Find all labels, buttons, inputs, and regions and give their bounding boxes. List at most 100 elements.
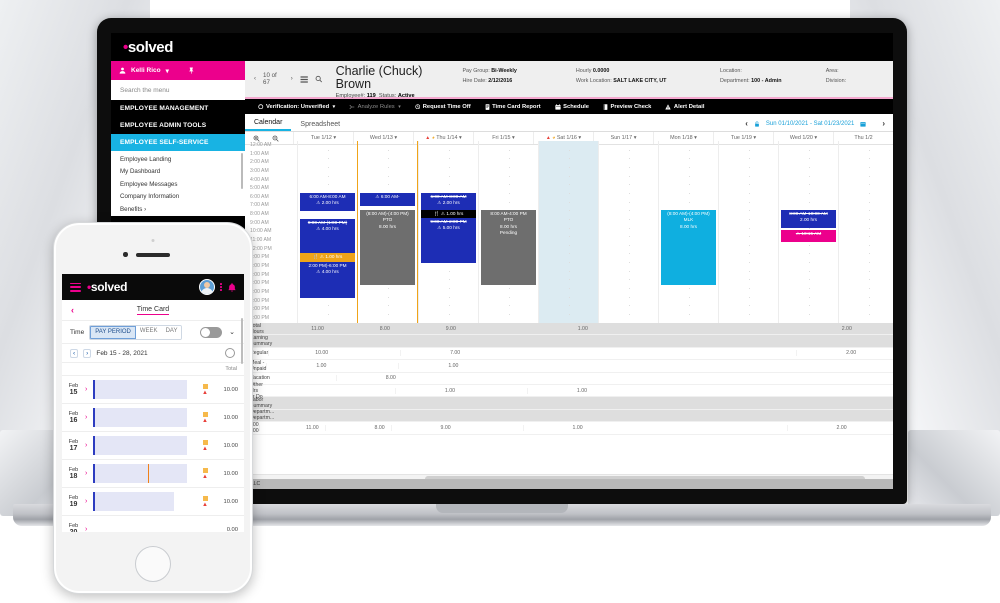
warning-icon: ▲ bbox=[202, 445, 208, 452]
segment-pay-period[interactable]: PAY PERIOD bbox=[90, 325, 136, 339]
calendar-picker-icon[interactable] bbox=[860, 121, 866, 127]
phone-home-button[interactable] bbox=[135, 546, 171, 582]
bell-icon[interactable] bbox=[227, 282, 237, 293]
calendar-event[interactable]: 8:00 AM-4:00 PM PTO 8.00 hrs Pending bbox=[481, 210, 536, 285]
prev-record-button[interactable]: ‹ bbox=[254, 76, 256, 82]
date-range-selector[interactable]: ‹ Sun 01/10/2021 - Sat 01/23/2021 › bbox=[745, 119, 885, 128]
pin-icon[interactable] bbox=[188, 67, 195, 74]
worked-bar bbox=[93, 436, 188, 455]
summary-cell: 9.00 bbox=[395, 325, 462, 332]
next-period-button[interactable]: › bbox=[882, 119, 885, 128]
calendar-day-column[interactable] bbox=[838, 141, 893, 323]
toolbar-time-card-report-button[interactable]: Time Card Report bbox=[478, 104, 548, 110]
toolbar-analyze-rules-button[interactable]: Analyze Rules ▾ bbox=[342, 104, 408, 110]
chevron-right-icon[interactable]: › bbox=[85, 442, 93, 449]
search-menu-placeholder: Search the menu bbox=[120, 86, 170, 94]
hour-tick bbox=[448, 166, 450, 168]
toolbar-label: Preview Check bbox=[610, 103, 652, 110]
calendar-day-column[interactable]: 8:00 AM-4:00 PM PTO 8.00 hrs Pending bbox=[478, 141, 538, 323]
calendar-event[interactable]: 9:00 AM-(1:00 PM) ⚠ 4.00 hrs bbox=[300, 218, 355, 255]
hour-tick bbox=[508, 305, 510, 307]
break-marker bbox=[147, 464, 150, 483]
view-toggle-switch[interactable] bbox=[200, 326, 222, 338]
sidebar-item-label: Benefits › bbox=[120, 205, 147, 213]
calendar-event[interactable]: ⚠ 6:00 AM- bbox=[360, 192, 415, 206]
user-bar[interactable]: Kelli Rico ▾ bbox=[111, 61, 245, 80]
chevron-right-icon[interactable]: › bbox=[85, 414, 93, 421]
overflow-menu-icon[interactable] bbox=[220, 283, 222, 291]
sidebar-section-employee-management[interactable]: EMPLOYEE MANAGEMENT bbox=[111, 100, 245, 117]
warning-icon: ▲ bbox=[202, 389, 208, 396]
calendar-day-column[interactable]: 6:00 AM-8:00 AM ⚠ 2.00 hrs 🍴 ⚠ 1.00 hrs 9:0… bbox=[418, 141, 478, 323]
hour-tick bbox=[628, 149, 630, 151]
sidebar-section-employee-admin-tools[interactable]: EMPLOYEE ADMIN TOOLS bbox=[111, 117, 245, 134]
next-period-button[interactable]: › bbox=[83, 348, 92, 358]
sidebar-item-my-dashboard[interactable]: My Dashboard bbox=[111, 166, 245, 179]
calendar-day-column[interactable] bbox=[538, 141, 598, 323]
total-column-label: Total bbox=[225, 366, 237, 372]
calendar-event[interactable]: (8:00 AM)-(4:00 PM) PTO 8.00 hrs bbox=[360, 210, 415, 285]
mobile-scrollbar[interactable] bbox=[241, 318, 243, 364]
summary-cell: 1.00 bbox=[266, 362, 332, 369]
search-icon[interactable] bbox=[315, 75, 323, 83]
gear-icon[interactable] bbox=[225, 348, 235, 358]
tab-spreadsheet[interactable]: Spreadsheet bbox=[291, 121, 349, 131]
calendar-day-column[interactable]: 6:00 AM-8:00 AM ⚠ 2.00 hrs 9:00 AM-(1:00 P… bbox=[297, 141, 357, 323]
list-item[interactable]: Feb 19 › ▲ 10.00 bbox=[62, 488, 244, 516]
toolbar-preview-check-button[interactable]: Preview Check bbox=[596, 104, 658, 110]
toolbar-request-time-off-button[interactable]: Request Time Off bbox=[408, 104, 478, 110]
calendar-event[interactable]: 9:00 AM-2:00 PM ⚠ 5.00 hrs bbox=[421, 217, 476, 264]
chevron-down-icon[interactable]: ⌄ bbox=[229, 328, 235, 336]
toolbar-verification-button[interactable]: Verification: Unverified ▾ bbox=[251, 104, 342, 110]
hamburger-menu-icon[interactable] bbox=[70, 282, 81, 292]
sidebar-section-employee-self-service[interactable]: EMPLOYEE SELF-SERVICE bbox=[111, 134, 245, 151]
hour-tick bbox=[448, 305, 450, 307]
segment-day[interactable]: DAY bbox=[161, 325, 182, 339]
sidebar-scrollbar[interactable] bbox=[241, 153, 243, 189]
tab-calendar[interactable]: Calendar bbox=[245, 119, 292, 131]
note-icon bbox=[202, 411, 208, 417]
search-menu-input[interactable]: Search the menu bbox=[111, 80, 245, 100]
calendar-event[interactable]: 2:00 PM)-6:00 PM ⚠ 4.00 hrs bbox=[300, 262, 355, 298]
calendar-day-column[interactable] bbox=[598, 141, 658, 323]
calendar-event[interactable]: 8:00 AM-10:00 AM 2.00 hrs bbox=[781, 210, 836, 229]
prev-period-button[interactable]: ‹ bbox=[70, 348, 79, 358]
hour-tick bbox=[808, 158, 810, 160]
clock-icon bbox=[415, 104, 420, 109]
hour-tick bbox=[748, 192, 750, 194]
list-item[interactable]: Feb 15 › ▲ 10.00 bbox=[62, 376, 244, 404]
calendar-day-column[interactable] bbox=[718, 141, 778, 323]
chevron-right-icon[interactable]: › bbox=[85, 386, 93, 393]
calendar-event[interactable]: 6:00 AM-8:00 AM ⚠ 2.00 hrs bbox=[300, 192, 355, 212]
chevron-right-icon[interactable]: › bbox=[85, 498, 93, 505]
calendar-event[interactable]: ⚠ 10:15 AM bbox=[781, 230, 836, 243]
calendar-day-column[interactable]: ⚠ 6:00 AM- (8:00 AM)-(4:00 PM) PTO 8.00 hrs bbox=[357, 141, 418, 323]
avatar[interactable] bbox=[199, 279, 216, 295]
sidebar-item-benefits[interactable]: Benefits › bbox=[111, 203, 245, 216]
filter-label: Time bbox=[70, 328, 85, 336]
segment-week[interactable]: WEEK bbox=[135, 325, 162, 339]
toolbar-schedule-button[interactable]: Schedule bbox=[548, 104, 596, 110]
hour-tick bbox=[568, 236, 570, 238]
toolbar-alert-detail-button[interactable]: Alert Detail bbox=[658, 104, 711, 110]
chevron-right-icon[interactable]: › bbox=[85, 526, 93, 532]
hour-tick bbox=[748, 288, 750, 290]
calendar-event[interactable]: (8:00 AM)-(4:00 PM) MLK 8.00 hrs bbox=[661, 210, 716, 285]
hours-bar bbox=[93, 408, 198, 427]
hire-date-value: 2/12/2016 bbox=[488, 77, 513, 84]
list-view-icon[interactable] bbox=[300, 75, 308, 84]
calendar-day-column[interactable]: 8:00 AM-10:00 AM 2.00 hrs ⚠ 10:15 AM bbox=[778, 141, 838, 323]
list-item[interactable]: Feb 18 › ▲ 10.00 bbox=[62, 460, 244, 488]
list-item[interactable]: Feb 16 › ▲ 10.00 bbox=[62, 404, 244, 432]
prev-period-button[interactable]: ‹ bbox=[745, 119, 748, 128]
sidebar-item-company-information[interactable]: Company Information bbox=[111, 191, 245, 204]
list-item[interactable]: Feb 20 › 0.00 bbox=[62, 516, 244, 532]
next-record-button[interactable]: › bbox=[291, 76, 293, 82]
sidebar-item-employee-messages[interactable]: Employee Messages bbox=[111, 178, 245, 191]
calendar-day-column[interactable]: (8:00 AM)-(4:00 PM) MLK 8.00 hrs bbox=[658, 141, 718, 323]
chevron-right-icon[interactable]: › bbox=[85, 470, 93, 477]
sidebar-item-employee-landing[interactable]: Employee Landing bbox=[111, 153, 245, 166]
list-item[interactable]: Feb 17 › ▲ 10.00 bbox=[62, 432, 244, 460]
back-icon[interactable]: ‹ bbox=[71, 305, 74, 315]
calendar-event[interactable]: 6:00 AM-8:00 AM ⚠ 2.00 hrs bbox=[421, 192, 476, 212]
